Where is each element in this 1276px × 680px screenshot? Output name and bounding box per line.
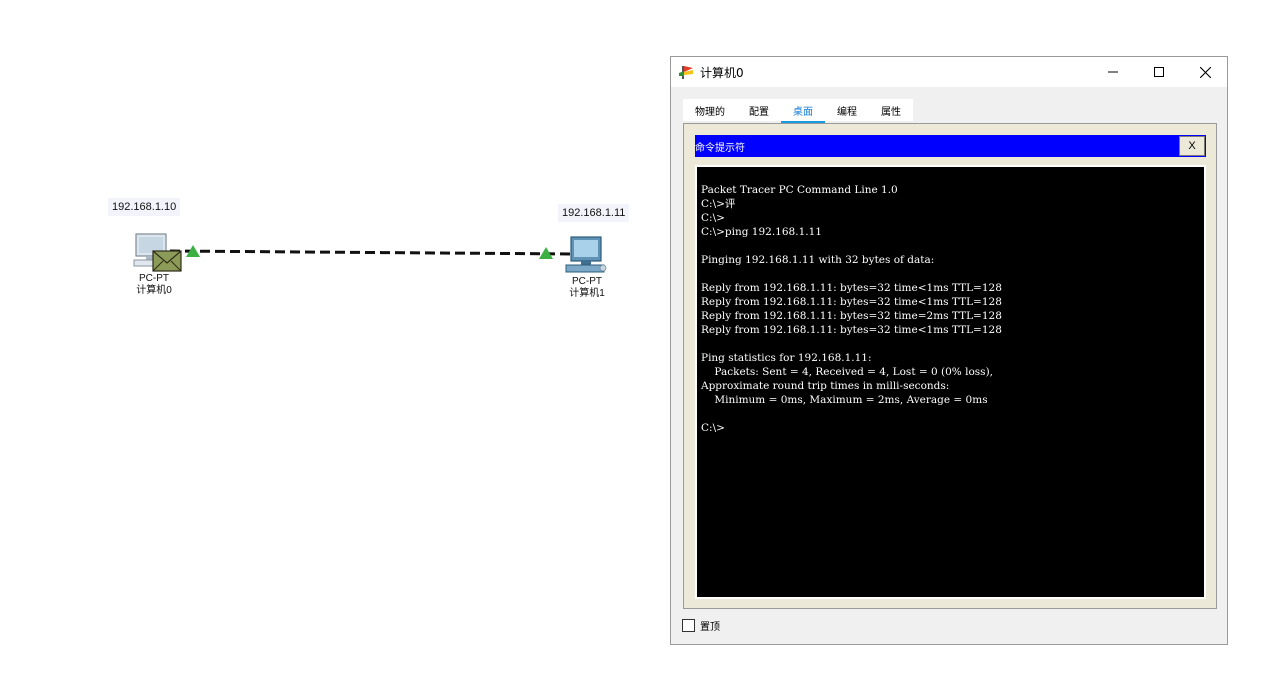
pc0-type: PC-PT: [139, 273, 169, 284]
packet-tracer-app-icon: [679, 66, 693, 79]
terminal-line: Reply from 192.168.1.11: bytes=32 time<1…: [701, 324, 1002, 336]
window-title: 计算机0: [700, 66, 744, 80]
pc1-label: PC-PT 计算机1: [557, 276, 617, 300]
command-prompt-title: 命令提示符: [695, 143, 745, 154]
pc0-device[interactable]: [132, 232, 184, 272]
pin-on-top-label: 置顶: [700, 622, 720, 633]
tab-config[interactable]: 配置: [737, 99, 781, 121]
desktop-panel: 命令提示符 X Packet Tracer PC Command Line 1.…: [683, 123, 1217, 609]
minimize-icon: [1108, 71, 1118, 73]
tab-programming[interactable]: 编程: [825, 99, 869, 121]
pc1-name: 计算机1: [569, 288, 605, 299]
device-window: 计算机0 物理的 配置 桌面 编程 属性 命令提示符 X Packet Trac…: [670, 56, 1228, 645]
terminal-line: C:\>: [701, 422, 725, 434]
pc1-device[interactable]: [563, 235, 609, 275]
terminal-line: Pinging 192.168.1.11 with 32 bytes of da…: [701, 254, 935, 266]
pc1-type: PC-PT: [572, 276, 602, 287]
close-button[interactable]: [1182, 57, 1228, 87]
pc-icon: [565, 236, 607, 273]
minimize-button[interactable]: [1090, 57, 1136, 87]
pin-on-top[interactable]: 置顶: [682, 618, 720, 633]
envelope-icon: [152, 250, 182, 272]
tab-desktop[interactable]: 桌面: [781, 99, 825, 123]
pc0-label: PC-PT 计算机0: [124, 273, 184, 297]
terminal-line: C:\>评: [701, 198, 736, 210]
ethernet-link[interactable]: [169, 249, 576, 256]
pc0-name: 计算机0: [136, 285, 172, 296]
pin-on-top-checkbox[interactable]: [682, 619, 695, 632]
close-icon: [1199, 66, 1211, 78]
terminal-line: Packet Tracer PC Command Line 1.0: [701, 184, 898, 196]
terminal-line: Reply from 192.168.1.11: bytes=32 time<1…: [701, 296, 1002, 308]
terminal-line: Ping statistics for 192.168.1.11:: [701, 352, 872, 364]
command-prompt-terminal[interactable]: Packet Tracer PC Command Line 1.0 C:\>评 C:…: [695, 165, 1206, 599]
pc-icon: [133, 233, 182, 272]
window-titlebar[interactable]: 计算机0: [671, 57, 1227, 87]
ip-label-pc1: 192.168.1.11: [558, 204, 630, 222]
maximize-icon: [1154, 67, 1164, 77]
terminal-line: Reply from 192.168.1.11: bytes=32 time=2…: [701, 310, 1002, 322]
tab-physical[interactable]: 物理的: [683, 99, 737, 121]
terminal-line: Minimum = 0ms, Maximum = 2ms, Average = …: [701, 394, 988, 406]
ip-label-pc0: 192.168.1.10: [108, 198, 181, 216]
maximize-button[interactable]: [1136, 57, 1182, 87]
command-prompt-close-button[interactable]: X: [1179, 136, 1205, 156]
terminal-line: Approximate round trip times in milli-se…: [701, 380, 950, 392]
tab-attributes[interactable]: 属性: [869, 99, 913, 121]
command-prompt-header: 命令提示符 X: [695, 135, 1206, 157]
terminal-line: C:\>: [701, 212, 725, 224]
terminal-line: C:\>ping 192.168.1.11: [701, 226, 822, 238]
terminal-line: Reply from 192.168.1.11: bytes=32 time<1…: [701, 282, 1002, 294]
device-tabs: 物理的 配置 桌面 编程 属性: [683, 99, 913, 123]
terminal-line: Packets: Sent = 4, Received = 4, Lost = …: [701, 366, 994, 378]
